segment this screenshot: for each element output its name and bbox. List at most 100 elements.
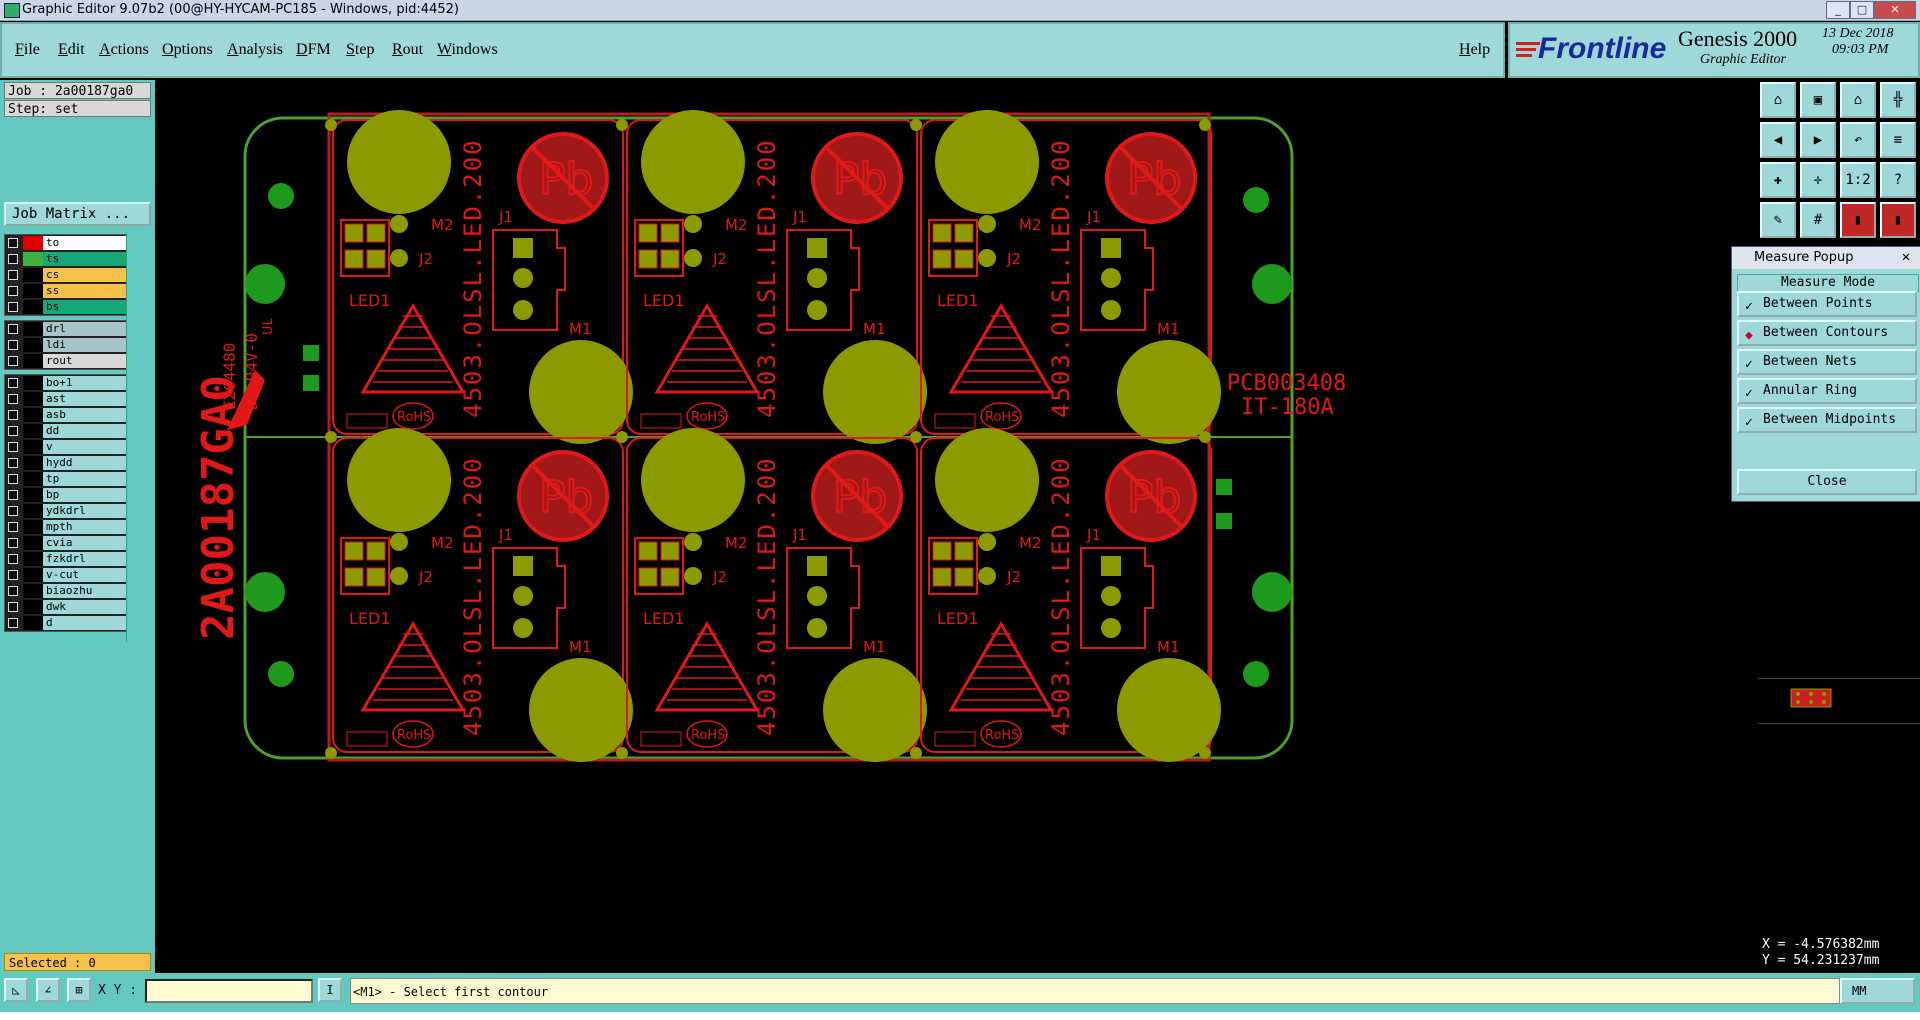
- layer-name[interactable]: tp: [43, 472, 126, 486]
- layer-name[interactable]: d: [43, 616, 126, 630]
- layer-checkbox[interactable]: [8, 506, 18, 516]
- toolbar-zoom-in-icon[interactable]: ✚: [1760, 162, 1796, 198]
- layer-name[interactable]: bs: [43, 300, 126, 314]
- layer-row-to[interactable]: to: [5, 235, 127, 251]
- graphic-canvas[interactable]: 2A00187GA0 E204480 D1 94V-0 UL PCB003408 IT-1…: [155, 80, 1758, 973]
- layer-list-scrollbar[interactable]: [126, 232, 153, 642]
- layer-row-drl[interactable]: drl: [5, 321, 127, 337]
- layer-checkbox[interactable]: [8, 458, 18, 468]
- menu-help[interactable]: Help: [1459, 41, 1490, 59]
- toolbar-zoom-out-icon[interactable]: ✛: [1800, 162, 1836, 198]
- xy-input[interactable]: [145, 979, 313, 1003]
- layer-name[interactable]: bo+1: [43, 376, 126, 390]
- layer-checkbox[interactable]: [8, 426, 18, 436]
- layer-name[interactable]: mpth: [43, 520, 126, 534]
- layer-color-swatch[interactable]: [23, 252, 43, 266]
- text-cursor-icon[interactable]: I: [318, 978, 342, 1002]
- toolbar-measure-icon[interactable]: ✎: [1760, 202, 1796, 238]
- menu-step[interactable]: Step: [346, 41, 374, 59]
- layer-name[interactable]: fzkdrl: [43, 552, 126, 566]
- layer-name[interactable]: ldi: [43, 338, 126, 352]
- layer-color-swatch[interactable]: [23, 440, 43, 454]
- menu-analysis[interactable]: Analysis: [227, 41, 283, 59]
- maximize-button[interactable]: □: [1850, 1, 1874, 19]
- layer-color-swatch[interactable]: [23, 488, 43, 502]
- layer-color-swatch[interactable]: [23, 236, 43, 250]
- layer-checkbox[interactable]: [8, 254, 18, 264]
- toolbar-pan-right-icon[interactable]: ▶: [1800, 122, 1836, 158]
- layer-color-swatch[interactable]: [23, 424, 43, 438]
- layer-color-swatch[interactable]: [23, 268, 43, 282]
- menu-windows[interactable]: Windows: [437, 41, 498, 59]
- layer-checkbox[interactable]: [8, 538, 18, 548]
- toolbar-grid-display-icon[interactable]: #: [1800, 202, 1836, 238]
- layer-checkbox[interactable]: [8, 302, 18, 312]
- layer-name[interactable]: dwk: [43, 600, 126, 614]
- layer-row-bs[interactable]: bs: [5, 299, 127, 315]
- layer-name[interactable]: hydd: [43, 456, 126, 470]
- measure-between-nets[interactable]: ✓ Between Nets: [1737, 349, 1917, 375]
- layer-row-ts[interactable]: ts: [5, 251, 127, 267]
- layer-checkbox[interactable]: [8, 474, 18, 484]
- layer-checkbox[interactable]: [8, 410, 18, 420]
- measure-annular-ring[interactable]: ✓ Annular Ring: [1737, 378, 1917, 404]
- layer-name[interactable]: ts: [43, 252, 126, 266]
- layer-name[interactable]: bp: [43, 488, 126, 502]
- layer-name[interactable]: v: [43, 440, 126, 454]
- layer-color-swatch[interactable]: [23, 376, 43, 390]
- layer-name[interactable]: asb: [43, 408, 126, 422]
- layer-row-dd[interactable]: dd: [5, 423, 127, 439]
- layer-name[interactable]: cvia: [43, 536, 126, 550]
- layer-checkbox[interactable]: [8, 554, 18, 564]
- layer-color-swatch[interactable]: [23, 552, 43, 566]
- layer-row-ydkdrl[interactable]: ydkdrl: [5, 503, 127, 519]
- measure-popup-close-icon[interactable]: ✕: [1896, 249, 1916, 266]
- layer-color-swatch[interactable]: [23, 536, 43, 550]
- layer-row-v[interactable]: v: [5, 439, 127, 455]
- layer-checkbox[interactable]: [8, 356, 18, 366]
- minimize-button[interactable]: _: [1826, 1, 1850, 19]
- draw-tool-icon[interactable]: ◺: [4, 978, 28, 1002]
- mini-map[interactable]: [1758, 678, 1920, 724]
- layer-name[interactable]: ss: [43, 284, 126, 298]
- layer-name[interactable]: biaozhu: [43, 584, 126, 598]
- layer-checkbox[interactable]: [8, 522, 18, 532]
- toolbar-zoom-home-icon[interactable]: ⌂: [1760, 82, 1796, 118]
- layer-row-dwk[interactable]: dwk: [5, 599, 127, 615]
- measure-between-contours[interactable]: ◆ Between Contours: [1737, 320, 1917, 346]
- toolbar-home-icon[interactable]: ⌂: [1840, 82, 1876, 118]
- toolbar-help-icon[interactable]: ?: [1880, 162, 1916, 198]
- layer-name[interactable]: ydkdrl: [43, 504, 126, 518]
- layer-color-swatch[interactable]: [23, 354, 43, 368]
- layer-row-bp[interactable]: bp: [5, 487, 127, 503]
- layer-checkbox[interactable]: [8, 490, 18, 500]
- toolbar-grid-icon[interactable]: ╬: [1880, 82, 1916, 118]
- layer-checkbox[interactable]: [8, 618, 18, 628]
- layer-color-swatch[interactable]: [23, 456, 43, 470]
- layer-checkbox[interactable]: [8, 238, 18, 248]
- pcb-panel-drawing[interactable]: 2A00187GA0E204480 D1 94V-0ULPCB003408IT-1…: [155, 80, 1758, 973]
- layer-name[interactable]: drl: [43, 322, 126, 336]
- layer-row-fzkdrl[interactable]: fzkdrl: [5, 551, 127, 567]
- angle-tool-icon[interactable]: ∠: [36, 978, 60, 1002]
- measure-between-midpoints[interactable]: ✓ Between Midpoints: [1737, 407, 1917, 433]
- menu-options[interactable]: Options: [162, 41, 213, 59]
- toolbar-snap-icon[interactable]: ≡: [1880, 122, 1916, 158]
- layer-checkbox[interactable]: [8, 570, 18, 580]
- measure-close-button[interactable]: Close: [1737, 469, 1917, 495]
- layer-row-mpth[interactable]: mpth: [5, 519, 127, 535]
- layer-name[interactable]: cs: [43, 268, 126, 282]
- menu-edit[interactable]: Edit: [58, 41, 85, 59]
- close-window-button[interactable]: ✕: [1874, 1, 1916, 19]
- layer-row-v-cut[interactable]: v-cut: [5, 567, 127, 583]
- job-matrix-button[interactable]: Job Matrix ...: [4, 202, 151, 226]
- menu-file[interactable]: File: [15, 41, 40, 59]
- layer-row-ss[interactable]: ss: [5, 283, 127, 299]
- layer-name[interactable]: to: [43, 236, 126, 250]
- layer-name[interactable]: v-cut: [43, 568, 126, 582]
- layer-row-hydd[interactable]: hydd: [5, 455, 127, 471]
- layer-color-swatch[interactable]: [23, 338, 43, 352]
- layer-color-swatch[interactable]: [23, 520, 43, 534]
- layer-checkbox[interactable]: [8, 442, 18, 452]
- layer-checkbox[interactable]: [8, 394, 18, 404]
